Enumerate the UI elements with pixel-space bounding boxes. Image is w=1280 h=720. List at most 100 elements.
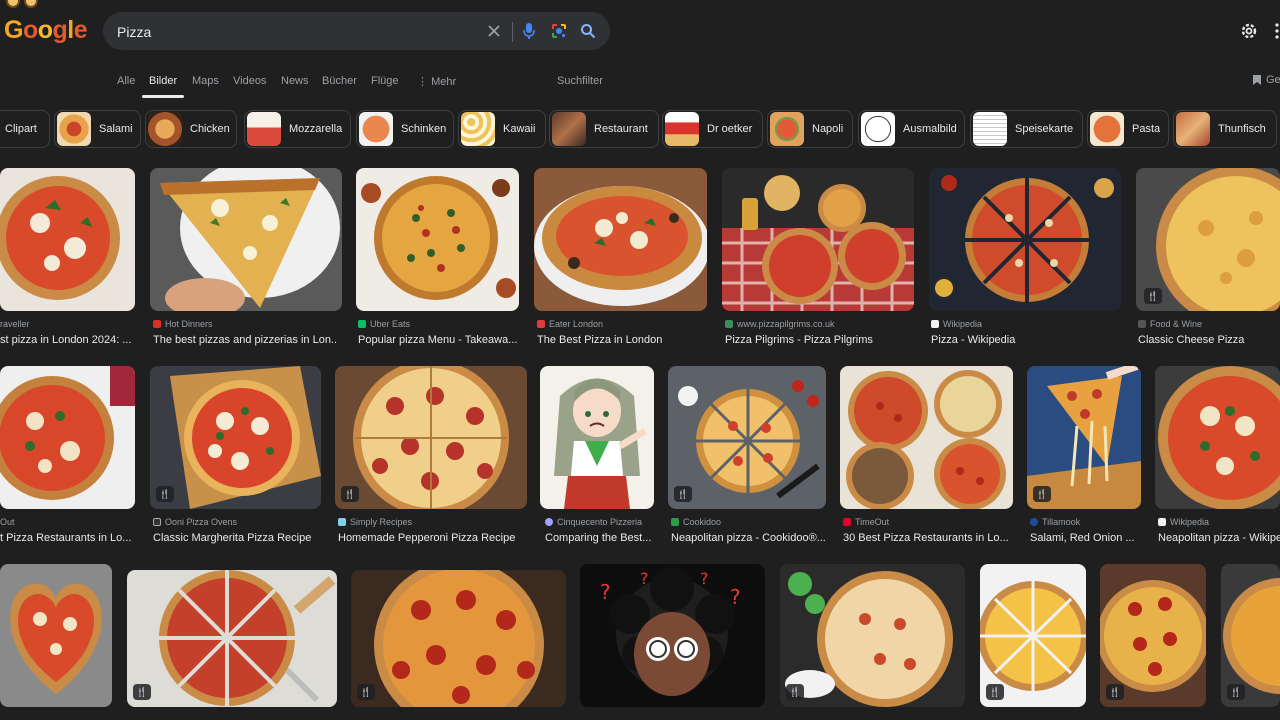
result-source: Cinquecento Pizzeria xyxy=(545,517,665,527)
image-result[interactable] xyxy=(356,168,519,311)
chip-dr-oetker[interactable]: Dr oetker xyxy=(662,110,763,148)
image-result[interactable] xyxy=(840,366,1013,509)
chip-ausmalbild[interactable]: Ausmalbild xyxy=(858,110,965,148)
chip-restaurant[interactable]: Restaurant xyxy=(549,110,659,148)
google-doodle-logo[interactable]: Google xyxy=(0,0,88,60)
result-title[interactable]: Pizza Pilgrims - Pizza Pilgrims xyxy=(725,334,915,346)
result-source: TimeOut xyxy=(843,517,1015,527)
chip-label: Pasta xyxy=(1132,123,1161,135)
result-title[interactable]: Pizza - Wikipedia xyxy=(931,334,1121,346)
tab-buecher[interactable]: Bücher xyxy=(322,75,357,87)
result-title[interactable]: Neapolitan pizza - Cookidoo®... xyxy=(671,532,826,544)
chip-thunfisch[interactable]: Thunfisch xyxy=(1173,110,1277,148)
chip-label: Thunfisch xyxy=(1218,123,1266,135)
chip-salami[interactable]: Salami xyxy=(54,110,141,148)
tab-news[interactable]: News xyxy=(281,75,309,87)
image-result[interactable] xyxy=(534,168,707,311)
chip-mozzarella[interactable]: Mozzarella xyxy=(244,110,351,148)
result-title[interactable]: Neapolitan pizza - Wikiped xyxy=(1158,532,1280,544)
image-result[interactable]: 🍴 xyxy=(1027,366,1141,509)
google-images-page: Google Pizza Alle Bilder Maps Videos New… xyxy=(0,0,1280,720)
confused-character-image: ? ? ? ? xyxy=(580,564,765,707)
svg-text:?: ? xyxy=(700,569,709,588)
chip-label: Chicken xyxy=(190,123,230,135)
chip-pasta[interactable]: Pasta xyxy=(1087,110,1169,148)
image-result[interactable] xyxy=(1155,366,1280,509)
google-lens-icon[interactable] xyxy=(549,21,569,41)
recipe-badge-icon: 🍴 xyxy=(133,684,151,700)
pizza-image xyxy=(780,564,965,707)
image-result[interactable]: 🍴 xyxy=(150,366,321,509)
pizzas-overhead-image xyxy=(840,366,1013,509)
recipe-badge-icon: 🍴 xyxy=(674,486,692,502)
tab-mehr[interactable]: ⋮ Mehr xyxy=(417,75,456,88)
tab-fluege[interactable]: Flüge xyxy=(371,75,399,87)
result-title[interactable]: t Pizza Restaurants in Lo... xyxy=(0,532,135,544)
search-input[interactable] xyxy=(117,22,477,42)
favicon-icon xyxy=(1158,518,1166,526)
recipe-badge-icon: 🍴 xyxy=(1144,288,1162,304)
image-result[interactable]: 🍴 xyxy=(1136,168,1280,311)
image-result[interactable]: 🍴 xyxy=(351,570,566,707)
more-options-icon[interactable] xyxy=(1271,20,1280,42)
search-box[interactable] xyxy=(103,12,610,50)
result-title[interactable]: Popular pizza Menu - Takeawa... xyxy=(358,334,518,346)
image-result[interactable]: 🍴 xyxy=(127,570,337,707)
search-icon[interactable] xyxy=(578,21,598,41)
result-source: www.pizzapilgrims.co.uk xyxy=(725,319,915,329)
recipe-badge-icon: 🍴 xyxy=(1227,684,1245,700)
image-result[interactable] xyxy=(0,168,135,311)
image-result[interactable]: ? ? ? ? xyxy=(580,564,765,707)
image-result[interactable] xyxy=(722,168,914,311)
image-result[interactable]: 🍴 xyxy=(1100,564,1206,707)
pizza-slice-image xyxy=(150,168,342,311)
image-result[interactable] xyxy=(150,168,342,311)
chip-thumbnail xyxy=(973,112,1007,146)
microphone-icon[interactable] xyxy=(519,21,539,41)
recipe-badge-icon: 🍴 xyxy=(156,486,174,502)
image-result[interactable]: 🍴 xyxy=(780,564,965,707)
chip-clipart[interactable]: Clipart xyxy=(0,110,50,148)
chip-napoli[interactable]: Napoli xyxy=(767,110,853,148)
clear-icon[interactable] xyxy=(484,21,504,41)
result-title[interactable]: Comparing the Best... xyxy=(545,532,665,544)
tab-videos[interactable]: Videos xyxy=(233,75,266,87)
favicon-icon xyxy=(153,518,161,526)
result-title[interactable]: Homemade Pepperoni Pizza Recipe xyxy=(338,532,528,544)
favicon-icon xyxy=(545,518,553,526)
pizza-image xyxy=(0,168,135,311)
image-result[interactable]: 🍴 xyxy=(980,564,1086,707)
chip-chicken[interactable]: Chicken xyxy=(145,110,237,148)
image-result[interactable]: 🍴 xyxy=(1221,564,1280,707)
result-title[interactable]: 30 Best Pizza Restaurants in Lo... xyxy=(843,532,1015,544)
result-title[interactable]: Classic Margherita Pizza Recipe xyxy=(153,532,323,544)
sliced-pizza-image xyxy=(127,570,337,707)
svg-text:?: ? xyxy=(600,580,611,604)
tab-maps[interactable]: Maps xyxy=(192,75,219,87)
result-title[interactable]: The Best Pizza in London xyxy=(537,334,707,346)
chip-kawaii[interactable]: Kawaii xyxy=(458,110,546,148)
image-result[interactable] xyxy=(540,366,654,509)
image-result[interactable]: 🍴 xyxy=(668,366,826,509)
image-result[interactable]: 🍴 xyxy=(0,366,135,509)
result-title[interactable]: st pizza in London 2024: ... xyxy=(0,334,135,346)
chip-speisekarte[interactable]: Speisekarte xyxy=(970,110,1083,148)
result-title[interactable]: Salami, Red Onion ... xyxy=(1030,532,1145,544)
result-source: Out xyxy=(0,517,15,527)
chip-schinken[interactable]: Schinken xyxy=(356,110,454,148)
image-result[interactable] xyxy=(929,168,1121,311)
image-result[interactable]: 🍴 xyxy=(335,366,527,509)
result-title[interactable]: Classic Cheese Pizza xyxy=(1138,334,1280,346)
chip-label: Speisekarte xyxy=(1015,123,1074,135)
result-source: Ooni Pizza Ovens xyxy=(153,517,323,527)
tab-bilder[interactable]: Bilder xyxy=(149,75,177,87)
tab-mehr-label: Mehr xyxy=(431,76,457,88)
search-filter-button[interactable]: Suchfilter xyxy=(557,75,603,87)
saved-button[interactable]: Ge xyxy=(1252,74,1280,86)
settings-gear-icon[interactable] xyxy=(1238,20,1260,42)
image-result[interactable] xyxy=(0,564,112,707)
doodle-decoration-icon xyxy=(24,0,38,8)
active-tab-indicator xyxy=(142,95,184,98)
tab-alle[interactable]: Alle xyxy=(117,75,135,87)
result-title[interactable]: The best pizzas and pizzerias in Lon... xyxy=(153,334,338,346)
